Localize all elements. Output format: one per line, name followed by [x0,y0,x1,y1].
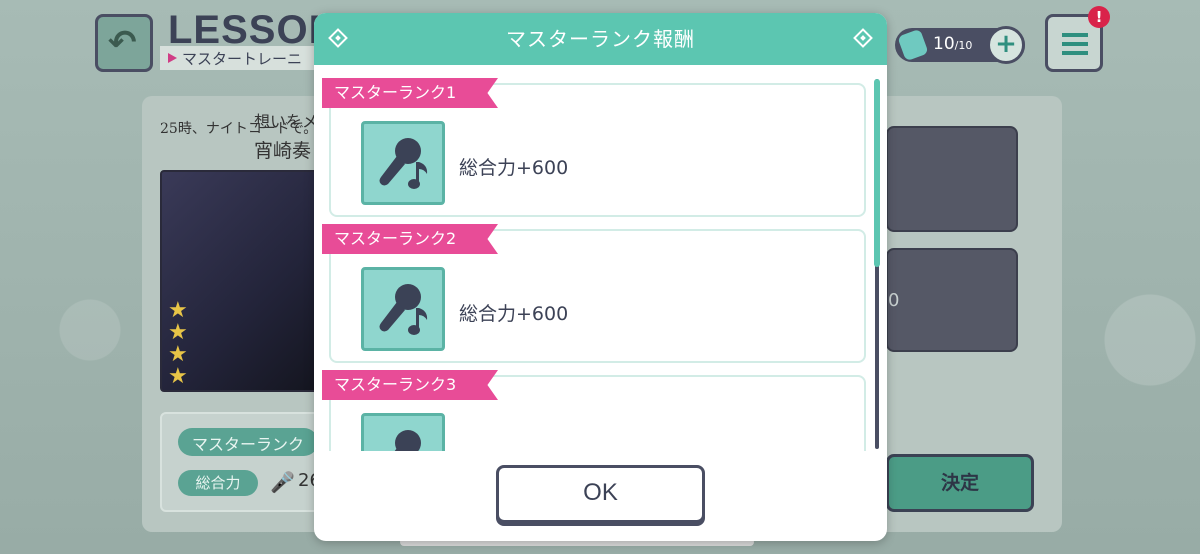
star-icon: ★ [168,320,188,345]
star-icon: ★ [168,298,188,323]
character-name: 宵崎奏 [254,140,312,162]
power-pill: 総合力 [178,470,258,496]
master-rank-reward-dialog: マスターランク報酬 総合力+600 マスターランク1 総合力+600 マスターラ… [314,13,887,541]
star-icon: ★ [168,364,188,389]
microphone-music-icon [361,121,445,205]
master-rank-pill: マスターランク [178,428,318,456]
rank-label: マスターランク1 [322,78,498,108]
material-slot[interactable]: 0 [886,248,1018,352]
rank-label: マスターランク3 [322,370,498,400]
card-title: 想いをメ [254,112,319,131]
add-stamina-button[interactable]: + [987,26,1025,64]
scrollbar-thumb[interactable] [874,79,880,267]
card-info-box [160,412,330,512]
notification-badge: ! [1088,6,1110,28]
reward-text: 総合力+600 [459,157,569,179]
star-icon: ★ [168,342,188,367]
reward-list[interactable]: 総合力+600 マスターランク1 総合力+600 マスターランク2 マスターラン… [314,65,887,451]
rank-label: マスターランク2 [322,224,498,254]
reward-text: 総合力+600 [459,303,569,325]
ok-button[interactable]: OK [496,465,705,523]
page-subtitle: マスタートレーニ [160,46,320,70]
hamburger-icon [1062,33,1088,37]
back-button[interactable]: ↶ [95,14,153,72]
material-slot[interactable] [886,126,1018,232]
back-arrow-icon: ↶ [108,23,137,63]
dialog-title: マスターランク報酬 [506,27,695,51]
slot-value: 0 [888,290,900,311]
ticket-icon [897,28,929,62]
stamina-counter: 10/10 + [895,26,1025,64]
decide-button[interactable]: 決定 [886,454,1034,512]
stamina-max: /10 [954,39,973,52]
microphone-music-icon [361,267,445,351]
microphone-icon: 🎤 [270,470,295,494]
stamina-current: 10 [933,34,955,54]
microphone-music-icon [361,413,445,451]
